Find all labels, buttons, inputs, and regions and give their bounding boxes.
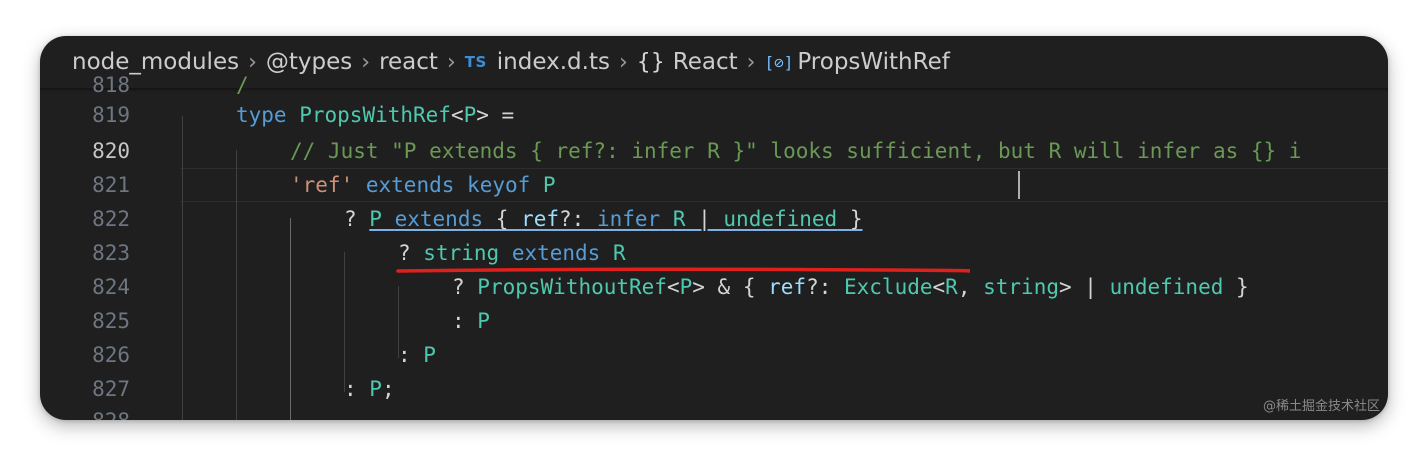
code-line[interactable]: 818 / [40,68,1388,102]
code-token: ? [452,275,478,299]
line-number: 818 [92,73,130,97]
code-token: , [957,275,984,299]
code-line[interactable]: 827: P; [40,372,1388,406]
code-token: : [398,343,424,367]
watermark: @稀土掘金技术社区 [1262,399,1380,414]
code-token: type [236,103,287,127]
code-text: 'ref' extends keyof P [290,168,556,202]
line-number: 819 [92,103,130,127]
code-token: < [666,275,680,299]
code-token: > | [1058,275,1110,299]
code-token: P [542,173,556,197]
code-token: P [477,309,490,333]
code-text: : P [452,304,490,338]
code-token: string [423,241,500,265]
code-text: : P [398,338,436,372]
indent-guide [182,116,183,420]
code-token: P [369,207,382,231]
code-token: R [612,241,626,265]
code-text: ? P extends { ref?: infer R | undefined … [344,202,863,236]
line-number: 822 [92,207,130,231]
code-token: > = [476,103,515,127]
code-text: : P; [344,372,395,406]
code-token: ? [398,241,424,265]
code-token: keyof [467,173,531,197]
code-token: Exclude [844,275,933,299]
code-text: // Just "P extends { ref?: infer R }" lo… [290,134,1301,168]
code-text: ? PropsWithoutRef<P> & { ref?: Exclude<R… [452,270,1249,304]
code-line[interactable]: 819 type PropsWithRef<P> = [40,98,1388,132]
code-text: type PropsWithRef<P> = [236,98,514,132]
code-token: // Just "P extends { ref?: infer R }" lo… [290,139,1302,163]
code-token: } [1223,275,1249,299]
code-token: } [837,207,863,231]
code-token: infer [596,207,661,231]
line-number: 827 [92,377,130,401]
line-number: 823 [92,241,130,265]
code-line[interactable]: 821 'ref' extends keyof P [40,168,1388,202]
code-token: ; [381,377,395,401]
code-token: : [344,377,370,401]
code-token: undefined [1109,275,1224,299]
code-token: PropsWithoutRef [477,275,667,299]
line-number: 820 [92,139,130,163]
code-token: { [483,207,522,231]
code-token: P [423,343,436,367]
line-number: 826 [92,343,130,367]
code-token: > & { [692,275,769,299]
annotation-underline [396,267,970,273]
text-cursor [1018,171,1020,199]
code-line[interactable]: 822? P extends { ref?: infer R | undefin… [40,202,1388,236]
indent-guide [398,286,399,358]
line-number: 821 [92,173,130,197]
code-token: ?: [559,207,597,231]
code-token: R [672,207,686,231]
code-token: ref [521,207,559,231]
line-number: 828 [40,404,130,420]
code-token: R [945,275,958,299]
code-line[interactable]: 828 [40,404,1388,420]
code-token: : [452,309,478,333]
code-line[interactable]: 826: P [40,338,1388,372]
code-token: ref [768,275,807,299]
code-line[interactable]: 824? PropsWithoutRef<P> & { ref?: Exclud… [40,270,1388,304]
code-line[interactable]: 825: P [40,304,1388,338]
code-line[interactable]: 820 // Just "P extends { ref?: infer R }"… [40,134,1388,168]
code-token: / [236,73,249,97]
code-text: / [236,68,249,102]
line-number: 824 [92,275,130,299]
code-token: < [450,103,464,127]
code-token: < [932,275,946,299]
code-token: extends [511,241,601,265]
code-token: extends [394,207,484,231]
code-token: 'ref' [290,173,354,197]
code-token: P [463,103,477,127]
indent-guide [344,252,345,392]
editor-window: node_modules › @types › react › TS index… [40,36,1388,420]
code-token: | [685,207,724,231]
code-token: PropsWithRef [299,103,451,127]
code-token: string [983,275,1059,299]
code-token: ?: [806,275,844,299]
code-token: extends [365,173,455,197]
code-token: P [369,377,382,401]
code-token: undefined [723,207,838,231]
code-token: P [679,275,693,299]
indent-guide [236,150,237,420]
code-token: ? [344,207,370,231]
indent-guide [290,218,291,420]
line-number: 825 [92,309,130,333]
code-editor[interactable]: 818/819 type PropsWithRef<P> = 820// Just … [40,73,1388,420]
